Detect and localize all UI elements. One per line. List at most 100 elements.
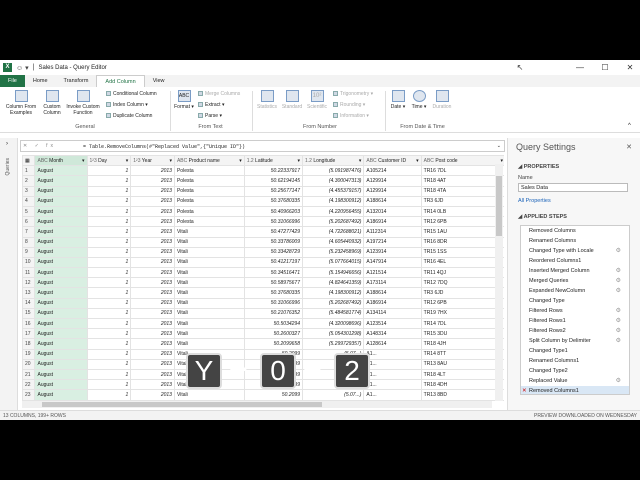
table-cell[interactable]: August bbox=[34, 195, 88, 207]
table-row[interactable]: 12 August 1 2013 Vitali 50.58975677 (4.8246413… bbox=[22, 277, 504, 289]
step-settings-gear-icon[interactable]: ⚙ bbox=[616, 276, 621, 286]
applied-step[interactable]: Changed Type1 bbox=[521, 346, 629, 356]
table-cell[interactable]: TR11 4QJ bbox=[420, 267, 504, 279]
table-cell[interactable]: 1 bbox=[86, 389, 132, 401]
applied-step[interactable]: Expanded NewColumn ⚙ bbox=[521, 286, 629, 296]
table-cell[interactable]: A1... bbox=[363, 389, 422, 401]
table-cell[interactable]: 1 bbox=[86, 236, 132, 248]
table-cell[interactable]: TR18 4JH bbox=[420, 338, 504, 350]
table-cell[interactable]: (4.320098696) bbox=[301, 317, 365, 330]
column-header[interactable]: 1²3 Year ▾ bbox=[130, 155, 175, 167]
invoke-custom-function-button[interactable]: Invoke Custom Function bbox=[64, 90, 102, 116]
table-cell[interactable]: 2013 bbox=[130, 185, 175, 197]
table-cell[interactable]: Vitali bbox=[173, 389, 245, 401]
tab-home[interactable]: Home bbox=[25, 75, 56, 87]
column-type-icon[interactable]: ABC bbox=[424, 158, 434, 164]
table-cell[interactable]: (4.300047313) bbox=[301, 175, 365, 187]
index-column-button[interactable]: Index Column ▾ bbox=[106, 102, 148, 108]
table-cell[interactable]: A188614 bbox=[363, 287, 422, 299]
tab-transform[interactable]: Transform bbox=[56, 75, 97, 87]
table-cell[interactable]: August bbox=[34, 267, 88, 279]
table-cell[interactable]: 2013 bbox=[130, 236, 175, 248]
table-cell[interactable]: TR18 4TA bbox=[420, 185, 504, 197]
applied-step[interactable]: Changed Type2 bbox=[521, 366, 629, 376]
column-type-icon[interactable]: ABC bbox=[177, 158, 187, 164]
table-cell[interactable]: 1 bbox=[86, 246, 132, 258]
table-cell[interactable]: 50.22337917 bbox=[243, 165, 303, 177]
column-type-icon[interactable]: 1.2 bbox=[305, 158, 312, 164]
table-row[interactable]: 17 August 1 2013 Vitali 50.2600327 (5.05430129… bbox=[22, 328, 504, 340]
table-cell[interactable]: (4.824641359) bbox=[301, 277, 365, 289]
column-header[interactable]: ABC Month ▾ bbox=[34, 155, 88, 167]
table-cell[interactable]: 50.2600327 bbox=[243, 328, 303, 340]
table-cell[interactable]: A186914 bbox=[363, 216, 422, 228]
table-cell[interactable]: 1 bbox=[86, 226, 132, 238]
step-settings-gear-icon[interactable]: ⚙ bbox=[616, 376, 621, 386]
table-cell[interactable]: TR16 7DL bbox=[420, 165, 504, 177]
table-cell[interactable]: 2013 bbox=[130, 216, 175, 228]
applied-step[interactable]: Changed Type with Locale ⚙ bbox=[521, 246, 629, 256]
table-cell[interactable]: 2013 bbox=[130, 358, 175, 370]
table-cell[interactable]: 1 bbox=[86, 368, 132, 381]
table-cell[interactable]: 50.31066996 bbox=[243, 216, 303, 228]
column-header[interactable]: 1.2 Longitude ▾ bbox=[301, 155, 365, 167]
table-cell[interactable]: 2013 bbox=[130, 195, 175, 207]
table-cell[interactable]: August bbox=[34, 226, 88, 238]
table-cell[interactable]: (5.484581774) bbox=[301, 307, 365, 320]
table-cell[interactable]: Polesta bbox=[173, 195, 245, 207]
table-cell[interactable]: (4.722688021) bbox=[301, 226, 365, 238]
applied-step[interactable]: Replaced Value ⚙ bbox=[521, 376, 629, 386]
close-icon[interactable]: ✕ bbox=[620, 60, 640, 75]
information-button[interactable]: Information ▾ bbox=[333, 113, 369, 119]
table-cell[interactable]: 1 bbox=[86, 195, 132, 207]
table-cell[interactable]: A186914 bbox=[363, 297, 422, 309]
filter-dropdown-icon[interactable]: ▾ bbox=[82, 158, 85, 164]
filter-dropdown-icon[interactable]: ▾ bbox=[297, 158, 300, 164]
table-cell[interactable]: A147914 bbox=[363, 256, 422, 269]
table-cell[interactable]: 2013 bbox=[130, 226, 175, 238]
column-type-icon[interactable]: 1.2 bbox=[247, 158, 254, 164]
filter-dropdown-icon[interactable]: ▾ bbox=[239, 158, 242, 164]
table-cell[interactable]: 50.37680335 bbox=[243, 195, 303, 207]
table-cell[interactable]: 1 bbox=[86, 287, 132, 299]
table-cell[interactable]: 2013 bbox=[130, 165, 175, 177]
maximize-icon[interactable]: ☐ bbox=[595, 60, 615, 75]
table-cell[interactable]: August bbox=[34, 328, 88, 340]
trigonometry-button[interactable]: Trigonometry ▾ bbox=[333, 91, 373, 97]
table-cell[interactable]: 50.47277429 bbox=[243, 226, 303, 238]
column-type-icon[interactable]: 1²3 bbox=[133, 158, 140, 164]
table-row[interactable]: 10 August 1 2013 Vitali 50.41217197 (5.0776640… bbox=[22, 256, 504, 269]
table-cell[interactable]: August bbox=[34, 368, 88, 381]
table-cell[interactable]: Vitali bbox=[173, 277, 245, 289]
applied-step[interactable]: Changed Type bbox=[521, 296, 629, 306]
table-cell[interactable]: A123914 bbox=[363, 246, 422, 258]
delete-step-icon[interactable]: ✕ bbox=[522, 386, 527, 394]
table-cell[interactable]: 2013 bbox=[130, 175, 175, 187]
applied-step[interactable]: Renamed Columns bbox=[521, 236, 629, 246]
step-settings-gear-icon[interactable]: ⚙ bbox=[616, 306, 621, 316]
column-type-icon[interactable]: ABC bbox=[366, 158, 376, 164]
filter-dropdown-icon[interactable]: ▾ bbox=[500, 158, 503, 164]
statistics-button[interactable]: Statistics bbox=[255, 90, 279, 110]
scrollbar-thumb[interactable] bbox=[496, 176, 502, 236]
table-cell[interactable]: 1 bbox=[86, 379, 132, 391]
smiley-feedback-icon[interactable]: ☺ ▾ bbox=[16, 64, 29, 72]
chevron-down-icon[interactable]: ⌄ bbox=[497, 143, 501, 149]
expand-queries-icon[interactable]: › bbox=[6, 141, 8, 147]
table-row[interactable]: 16 August 1 2013 Vitali 50.5034294 (4.32009869… bbox=[22, 317, 504, 330]
table-cell[interactable]: 1 bbox=[86, 205, 132, 218]
table-cell[interactable]: A134114 bbox=[363, 307, 422, 320]
table-cell[interactable]: TR3 6JD bbox=[420, 287, 504, 299]
table-cell[interactable]: August bbox=[34, 165, 88, 177]
table-cell[interactable]: Vitali bbox=[173, 338, 245, 350]
table-cell[interactable]: 50.25677147 bbox=[243, 185, 303, 197]
table-row[interactable]: 1 August 1 2013 Polesta 50.22337917 (5.0919874… bbox=[22, 165, 504, 177]
table-cell[interactable]: 50.2099 bbox=[243, 389, 303, 401]
table-row[interactable]: 2 August 1 2013 Polesta 50.62194145 (4.3000473… bbox=[22, 175, 504, 187]
minimize-icon[interactable]: — bbox=[570, 60, 590, 75]
scientific-button[interactable]: 10² Scientific bbox=[305, 90, 329, 110]
table-row[interactable]: 9 August 1 2013 Vitali 50.33428729 (5.23245896… bbox=[22, 246, 504, 258]
table-cell[interactable]: 1 bbox=[86, 256, 132, 269]
table-cell[interactable]: TR12 6PB bbox=[420, 297, 504, 309]
table-cell[interactable]: Polesta bbox=[173, 165, 245, 177]
